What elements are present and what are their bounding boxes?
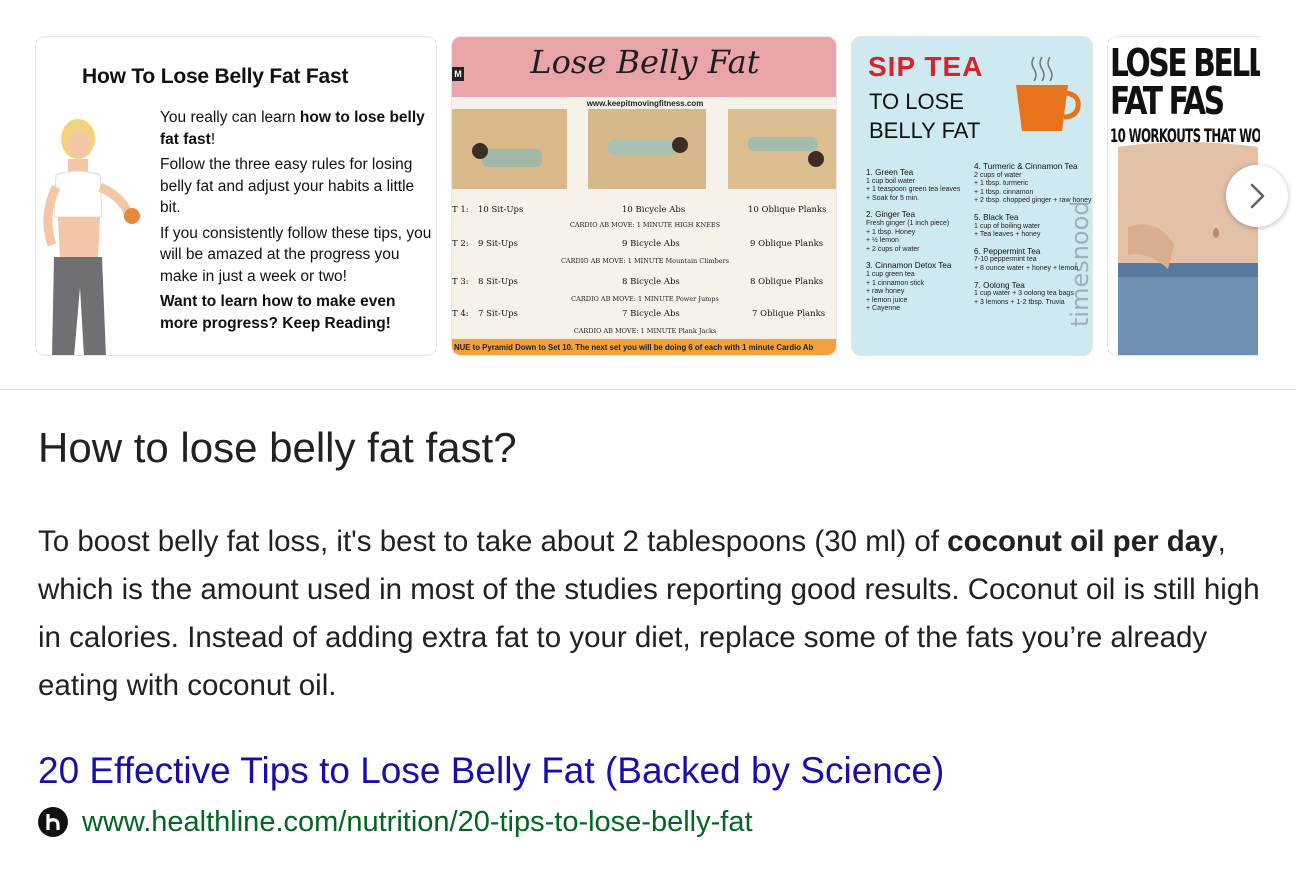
answer-highlight: coconut oil per day <box>947 525 1218 558</box>
thumbnail-subtitle: TO LOSE BELLY FAT <box>869 89 981 143</box>
woman-figure-image <box>43 119 140 355</box>
featured-snippet-card: How To Lose Belly Fat Fast You really ca… <box>0 0 1296 870</box>
carousel-next-button[interactable] <box>1226 165 1288 227</box>
thumbnail-footer-band: NUE to Pyramid Down to Set 10. The next … <box>452 339 836 355</box>
tea-list-left: 1. Green Tea 1 cup boil water + 1 teaspo… <box>866 168 961 313</box>
image-carousel: How To Lose Belly Fat Fast You really ca… <box>0 0 1296 390</box>
thumbnail-how-to-lose-belly-fat-fast[interactable]: How To Lose Belly Fat Fast You really ca… <box>35 36 437 356</box>
exercise-photo <box>452 109 567 189</box>
result-title-link[interactable]: 20 Effective Tips to Lose Belly Fat (Bac… <box>38 750 944 792</box>
exercise-photo <box>728 109 836 189</box>
thumbnail-title-line-2: FAT FAS <box>1110 79 1225 123</box>
thumbnail-title: How To Lose Belly Fat Fast <box>82 65 349 88</box>
cardio-note: CARDIO AB MOVE: 1 MINUTE Power Jumps <box>571 295 719 303</box>
thumbnail-body-text: You really can learn how to lose belly f… <box>160 109 432 332</box>
workout-row: T 1: 10 Sit-Ups 10 Bicycle Abs 10 Obliqu… <box>452 205 827 215</box>
cardio-note: CARDIO AB MOVE: 1 MINUTE HIGH KNEES <box>569 221 721 229</box>
snippet-question: How to lose belly fat fast? <box>38 424 517 471</box>
cardio-note: CARDIO AB MOVE: 1 MINUTE Mountain Climbe… <box>560 257 730 265</box>
thumbnail-sip-tea-to-lose-belly-fat[interactable]: SIP TEA TO LOSE BELLY FAT timesnood 1. G… <box>851 36 1093 356</box>
workout-row: T 4: 7 Sit-Ups 7 Bicycle Abs 7 Oblique P… <box>452 309 826 319</box>
snippet-answer-text: To boost belly fat loss, it's best to ta… <box>38 525 1260 702</box>
thumbnail-title: SIP TEA <box>868 51 984 82</box>
workout-row: T 3: 8 Sit-Ups 8 Bicycle Abs 8 Oblique P… <box>452 277 824 287</box>
workout-row: T 2: 9 Sit-Ups 9 Bicycle Abs 9 Oblique P… <box>452 239 824 249</box>
thumbnail-subtitle: 10 WORKOUTS THAT WO <box>1110 125 1260 147</box>
healthline-favicon-icon <box>38 807 68 837</box>
tea-list-right: 4. Turmeric & Cinnamon Tea 2 cups of wat… <box>974 162 1092 306</box>
exercise-photo <box>588 109 706 189</box>
chevron-right-icon <box>1250 183 1265 209</box>
thumbnail-title: Lose Belly Fat <box>530 43 760 81</box>
thumbnail-url: www.keepitmovingfitness.com <box>586 99 704 108</box>
cardio-note: CARDIO AB MOVE: 1 MINUTE Plank Jacks <box>573 327 717 335</box>
thumbnail-lose-belly-fat-workout[interactable]: M Lose Belly Fat www.keepitmovingfitness… <box>451 36 837 356</box>
result-source[interactable]: www.healthline.com/nutrition/20-tips-to-… <box>38 804 753 840</box>
result-url[interactable]: www.healthline.com/nutrition/20-tips-to-… <box>82 806 753 839</box>
